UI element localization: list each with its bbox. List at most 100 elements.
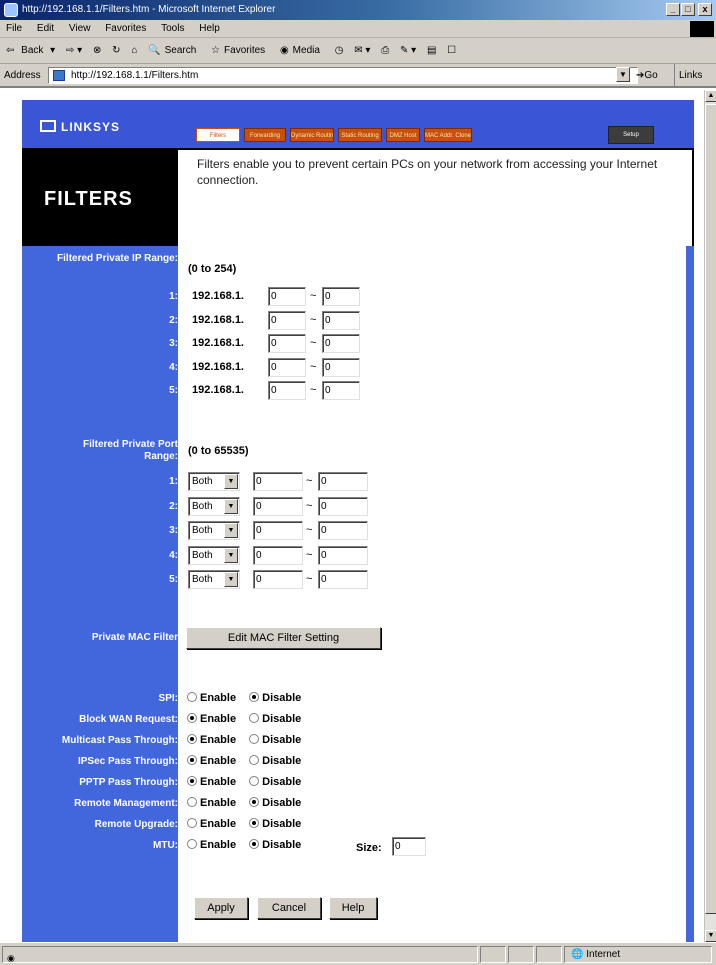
tab-mac-clone[interactable]: MAC Addr. Clone (424, 128, 472, 142)
enable-radio[interactable] (187, 713, 197, 723)
cancel-button[interactable]: Cancel (257, 897, 321, 919)
disable-radio[interactable] (249, 776, 260, 786)
tab-filters[interactable]: Filters (196, 128, 240, 142)
enable-option[interactable]: Enable (187, 818, 236, 830)
history-icon[interactable]: ◷ (331, 38, 348, 63)
ip-to-input[interactable]: 0 (322, 334, 360, 353)
disable-option[interactable]: Disable (249, 692, 301, 704)
ip-from-input[interactable]: 0 (268, 334, 306, 353)
ip-from-input[interactable]: 0 (268, 381, 306, 400)
enable-option[interactable]: Enable (187, 692, 236, 704)
help-button[interactable]: Help (329, 897, 377, 919)
scroll-down-icon[interactable]: ▼ (705, 930, 716, 942)
mail-icon[interactable]: ✉ ▾ (350, 38, 374, 63)
maximize-button[interactable]: □ (681, 3, 695, 16)
disable-option[interactable]: Disable (249, 776, 301, 788)
print-icon[interactable]: ⎙ (377, 38, 393, 63)
stop-icon[interactable]: ⊗ (89, 38, 105, 63)
disable-option[interactable]: Disable (249, 818, 301, 830)
disable-option[interactable]: Disable (249, 755, 301, 767)
address-dropdown-icon[interactable]: ▼ (616, 67, 630, 82)
menu-help[interactable]: Help (193, 20, 226, 38)
chevron-down-icon[interactable]: ▼ (224, 474, 238, 489)
back-button[interactable]: ⇦ Back ▾ (2, 38, 59, 63)
protocol-select[interactable]: Both ▼ (188, 570, 240, 589)
port-to-input[interactable]: 0 (318, 545, 368, 565)
go-button[interactable]: ➔Go (636, 64, 658, 88)
port-from-input[interactable]: 0 (253, 545, 303, 565)
scroll-thumb[interactable] (705, 104, 716, 914)
enable-option[interactable]: Enable (187, 797, 236, 809)
ip-to-input[interactable]: 0 (322, 287, 360, 306)
edit-mac-filter-button[interactable]: Edit MAC Filter Setting (186, 627, 381, 649)
search-button[interactable]: 🔍 Search (144, 38, 204, 63)
home-icon[interactable]: ⌂ (127, 38, 141, 63)
minimize-button[interactable]: _ (666, 3, 680, 16)
edit-icon[interactable]: ✎ ▾ (396, 38, 420, 63)
ip-to-input[interactable]: 0 (322, 310, 360, 330)
enable-radio[interactable] (187, 692, 197, 702)
disable-option[interactable]: Disable (249, 797, 301, 809)
enable-radio[interactable] (187, 797, 197, 807)
ip-to-input[interactable]: 0 (322, 357, 360, 377)
refresh-icon[interactable]: ↻ (108, 38, 124, 63)
media-button[interactable]: ◉ Media (276, 38, 328, 63)
protocol-select[interactable]: Both ▼ (188, 521, 240, 540)
disable-radio[interactable] (249, 839, 260, 849)
enable-option[interactable]: Enable (187, 734, 236, 746)
address-input[interactable]: http://192.168.1.1/Filters.htm (48, 67, 638, 84)
menu-edit[interactable]: Edit (31, 20, 60, 38)
port-to-input[interactable]: 0 (318, 570, 368, 589)
favorites-button[interactable]: ☆ Favorites (207, 38, 273, 63)
tab-setup[interactable]: Setup (608, 126, 654, 144)
enable-radio[interactable] (187, 776, 197, 786)
vertical-scrollbar[interactable]: ▲ ▼ (704, 90, 716, 942)
port-from-input[interactable]: 0 (253, 570, 303, 589)
port-from-input[interactable]: 0 (253, 496, 303, 516)
scroll-up-icon[interactable]: ▲ (705, 90, 716, 102)
disable-radio[interactable] (249, 734, 260, 744)
ip-from-input[interactable]: 0 (268, 357, 306, 377)
protocol-select[interactable]: Both ▼ (188, 496, 240, 516)
port-to-input[interactable]: 0 (318, 472, 368, 491)
disable-radio[interactable] (249, 692, 260, 702)
ip-from-input[interactable]: 0 (268, 287, 306, 306)
chevron-down-icon[interactable]: ▼ (224, 572, 238, 587)
ip-from-input[interactable]: 0 (268, 310, 306, 330)
disable-radio[interactable] (249, 797, 260, 807)
tab-dmz-host[interactable]: DMZ Host (386, 128, 420, 142)
mtu-size-input[interactable]: 0 (392, 837, 426, 856)
enable-radio[interactable] (187, 839, 197, 849)
disable-option[interactable]: Disable (249, 839, 301, 851)
chevron-down-icon[interactable]: ▼ (224, 547, 238, 563)
close-button[interactable]: x (698, 3, 712, 16)
menu-tools[interactable]: Tools (155, 20, 190, 38)
port-from-input[interactable]: 0 (253, 472, 303, 491)
forward-button[interactable]: ⇨ ▾ (62, 38, 86, 63)
disable-option[interactable]: Disable (249, 734, 301, 746)
ip-to-input[interactable]: 0 (322, 381, 360, 400)
port-to-input[interactable]: 0 (318, 496, 368, 516)
enable-radio[interactable] (187, 818, 197, 828)
discuss-icon[interactable]: ▤ (423, 38, 440, 63)
port-from-input[interactable]: 0 (253, 521, 303, 540)
enable-radio[interactable] (187, 734, 197, 744)
apply-button[interactable]: Apply (194, 897, 248, 919)
enable-option[interactable]: Enable (187, 776, 236, 788)
protocol-select[interactable]: Both ▼ (188, 545, 240, 565)
port-to-input[interactable]: 0 (318, 521, 368, 540)
enable-radio[interactable] (187, 755, 197, 765)
protocol-select[interactable]: Both ▼ (188, 472, 240, 491)
tab-static-routing[interactable]: Static Routing (338, 128, 382, 142)
disable-radio[interactable] (249, 755, 260, 765)
chevron-down-icon[interactable]: ▼ (224, 498, 238, 514)
messenger-icon[interactable]: ☐ (443, 38, 460, 63)
disable-option[interactable]: Disable (249, 713, 301, 725)
enable-option[interactable]: Enable (187, 839, 236, 851)
chevron-down-icon[interactable]: ▼ (224, 523, 238, 538)
enable-option[interactable]: Enable (187, 713, 236, 725)
disable-radio[interactable] (249, 818, 260, 828)
links-button[interactable]: Links (674, 64, 702, 88)
tab-forwarding[interactable]: Forwarding (244, 128, 286, 142)
menu-file[interactable]: File (0, 20, 28, 38)
